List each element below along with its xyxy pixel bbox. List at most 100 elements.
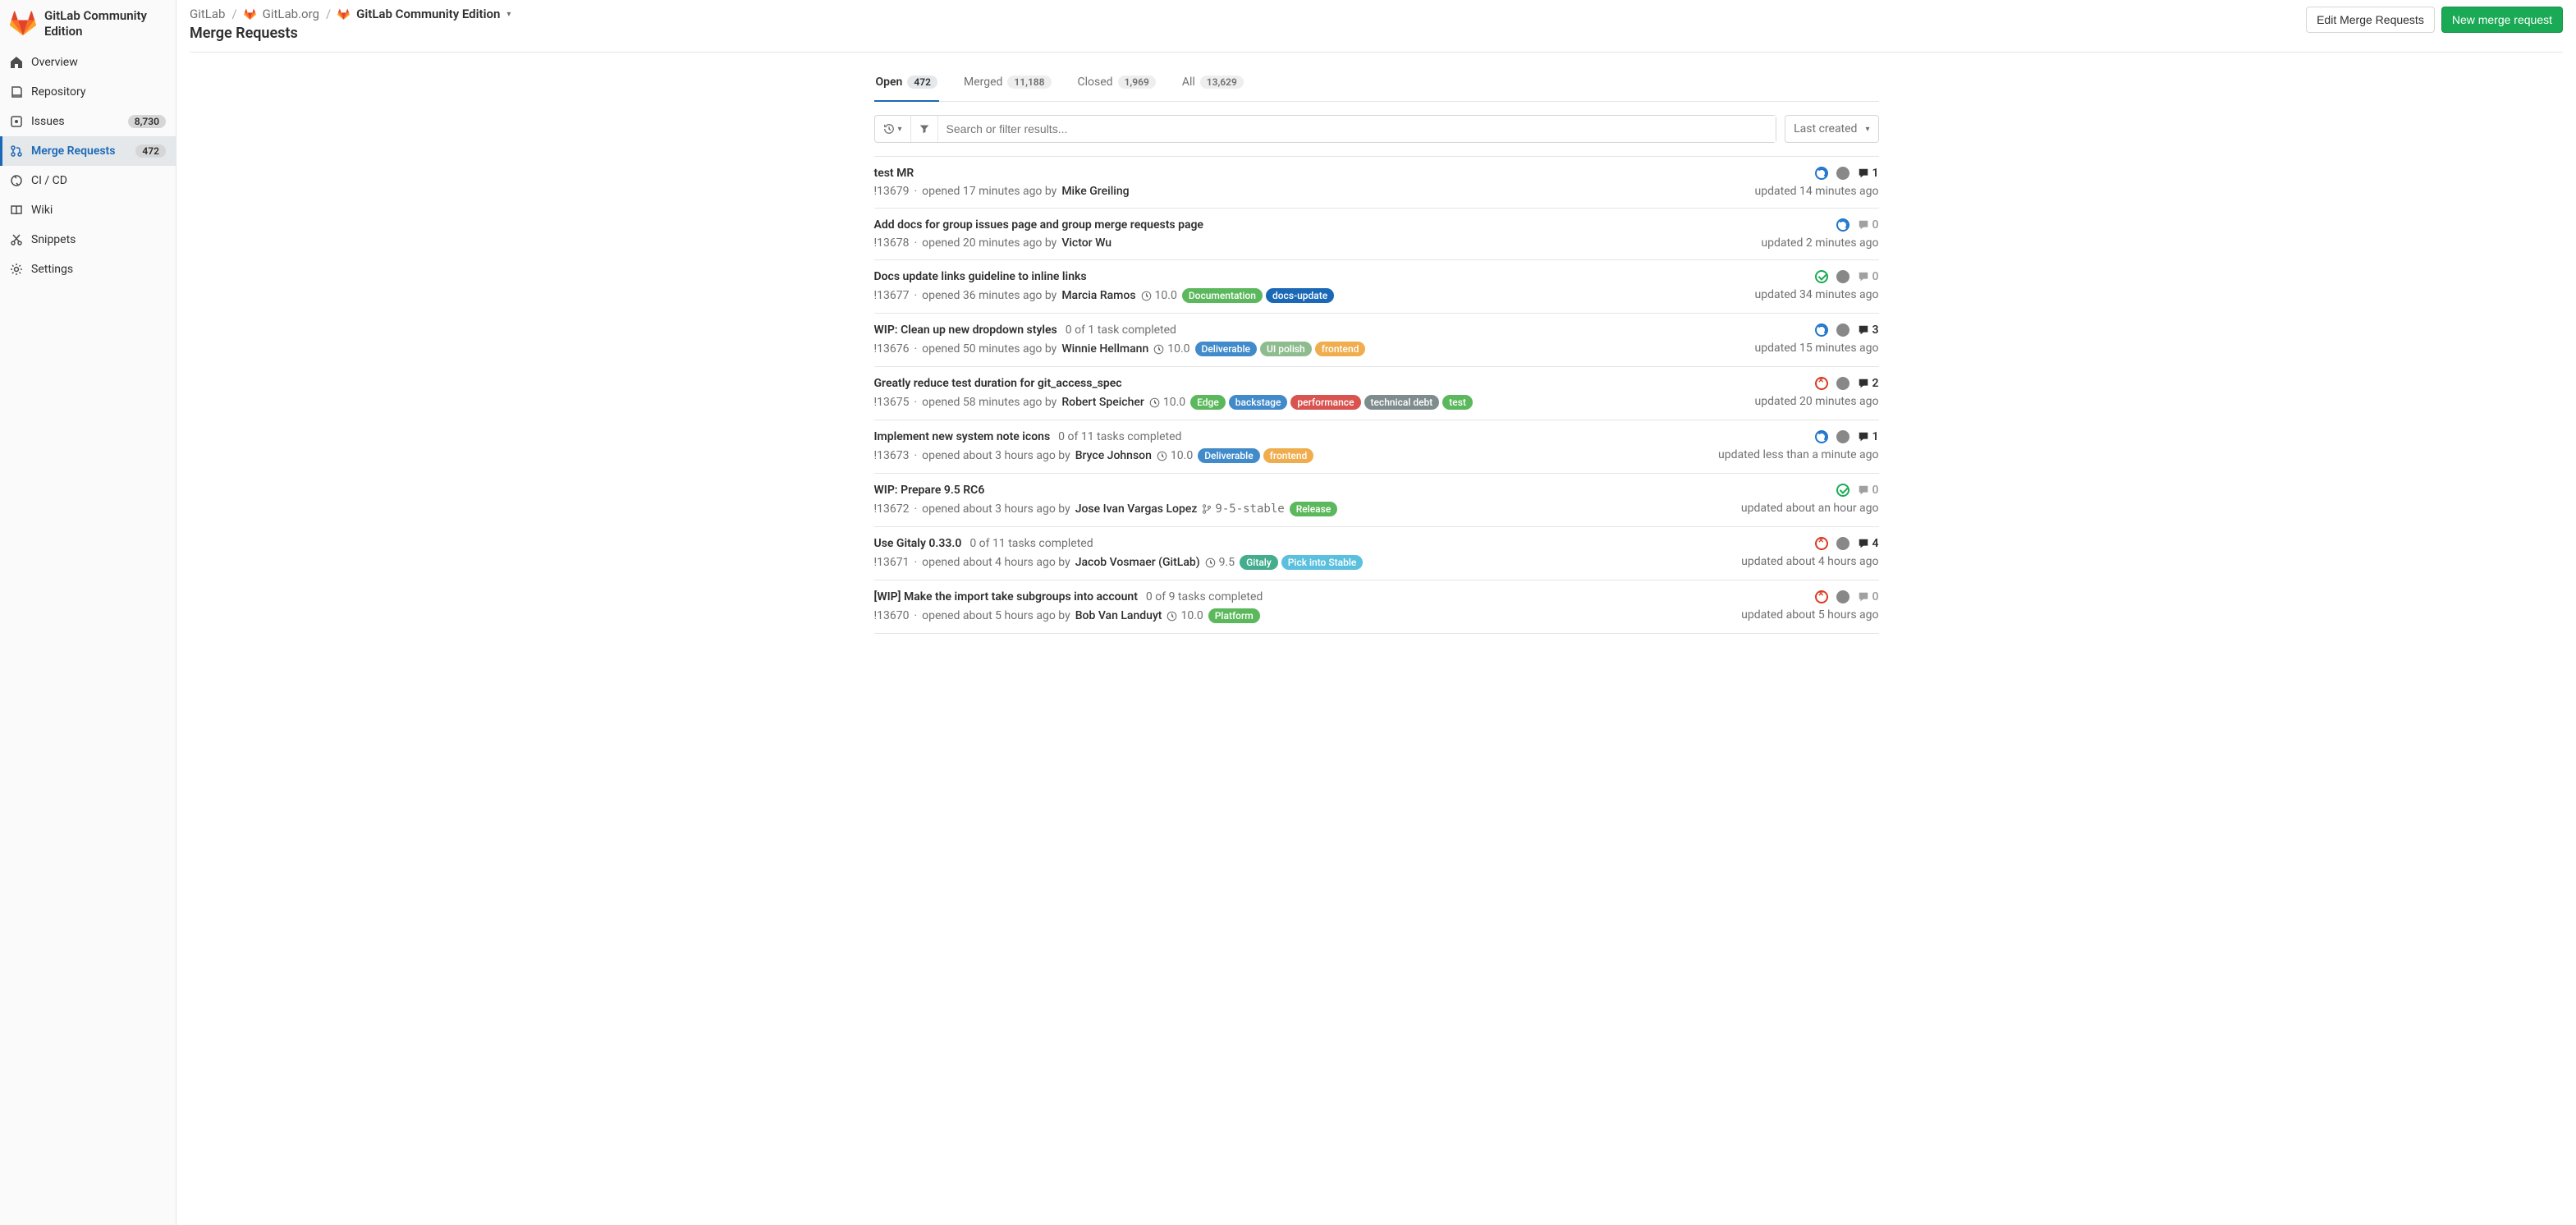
merge-request-author[interactable]: Bryce Johnson <box>1075 449 1152 462</box>
tab-all[interactable]: All13,629 <box>1180 64 1245 102</box>
merge-request-title[interactable]: Implement new system note icons <box>874 430 1051 443</box>
milestone[interactable]: 9.5 <box>1205 556 1235 569</box>
merge-request-author[interactable]: Marcia Ramos <box>1061 289 1135 302</box>
ci-status-icon[interactable] <box>1815 430 1828 443</box>
tab-merged[interactable]: Merged11,188 <box>962 64 1053 102</box>
comments-count[interactable]: 1 <box>1858 430 1879 443</box>
milestone[interactable]: 10.0 <box>1157 449 1193 462</box>
new-merge-request-button[interactable]: New merge request <box>2441 7 2563 33</box>
assignee-avatar[interactable] <box>1836 430 1849 443</box>
history-dropdown[interactable]: ▾ <box>875 116 911 142</box>
merge-request-author[interactable]: Jose Ivan Vargas Lopez <box>1075 502 1198 516</box>
merge-request-ref: !13670 <box>874 609 910 622</box>
label[interactable]: frontend <box>1315 342 1366 356</box>
assignee-avatar[interactable] <box>1836 537 1849 550</box>
merge-request-row: Greatly reduce test duration for git_acc… <box>874 367 1879 420</box>
comments-count[interactable]: 0 <box>1858 484 1879 497</box>
assignee-avatar[interactable] <box>1836 167 1849 180</box>
milestone[interactable]: 10.0 <box>1149 396 1185 409</box>
merge-request-row: Docs update links guideline to inline li… <box>874 260 1879 314</box>
merge-request-title[interactable]: WIP: Prepare 9.5 RC6 <box>874 484 985 497</box>
comments-count[interactable]: 0 <box>1858 270 1879 283</box>
breadcrumb-project[interactable]: GitLab Community Edition <box>356 7 500 21</box>
sidebar-item-settings[interactable]: Settings <box>0 255 176 284</box>
merge-request-author[interactable]: Mike Greiling <box>1061 185 1129 198</box>
label[interactable]: UI polish <box>1260 342 1312 356</box>
ci-status-icon[interactable] <box>1836 484 1849 497</box>
breadcrumb-root[interactable]: GitLab <box>190 7 225 21</box>
label[interactable]: technical debt <box>1364 395 1440 410</box>
comments-count[interactable]: 3 <box>1858 323 1879 337</box>
merge-request-ref: !13673 <box>874 449 910 462</box>
ci-status-icon[interactable] <box>1815 377 1828 390</box>
ci-status-icon[interactable] <box>1815 270 1828 283</box>
label[interactable]: backstage <box>1229 395 1288 410</box>
sidebar: GitLab Community Edition OverviewReposit… <box>0 0 176 1225</box>
merge-request-author[interactable]: Victor Wu <box>1061 236 1112 250</box>
merge-request-author[interactable]: Jacob Vosmaer (GitLab) <box>1075 556 1200 569</box>
chevron-down-icon[interactable]: ▾ <box>506 10 511 19</box>
filter-icon-button[interactable] <box>911 116 938 142</box>
comments-count[interactable]: 2 <box>1858 377 1879 390</box>
label[interactable]: Platform <box>1208 608 1260 623</box>
merge-request-author[interactable]: Winnie Hellmann <box>1061 342 1148 356</box>
milestone[interactable]: 10.0 <box>1167 609 1203 622</box>
sidebar-item-ci-cd[interactable]: CI / CD <box>0 166 176 195</box>
sidebar-item-snippets[interactable]: Snippets <box>0 225 176 255</box>
updated-at: updated about 5 hours ago <box>1741 608 1878 622</box>
ci-status-icon[interactable] <box>1815 323 1828 337</box>
sidebar-item-repository[interactable]: Repository <box>0 77 176 107</box>
label[interactable]: test <box>1442 395 1473 410</box>
sidebar-item-label: Merge Requests <box>31 145 127 158</box>
funnel-icon <box>919 124 929 134</box>
merge-request-title[interactable]: Docs update links guideline to inline li… <box>874 270 1087 283</box>
comments-count[interactable]: 0 <box>1858 218 1879 232</box>
merge-request-row: Add docs for group issues page and group… <box>874 209 1879 260</box>
merge-request-title[interactable]: WIP: Clean up new dropdown styles <box>874 323 1057 337</box>
comments-count[interactable]: 1 <box>1858 167 1879 180</box>
label[interactable]: Deliverable <box>1195 342 1257 356</box>
assignee-avatar[interactable] <box>1836 270 1849 283</box>
label[interactable]: Deliverable <box>1198 448 1259 463</box>
target-branch[interactable]: 9-5-stable <box>1202 502 1284 516</box>
sidebar-item-overview[interactable]: Overview <box>0 48 176 77</box>
merge-request-author[interactable]: Robert Speicher <box>1061 396 1144 409</box>
sidebar-item-merge-requests[interactable]: Merge Requests472 <box>0 136 176 166</box>
assignee-avatar[interactable] <box>1836 377 1849 390</box>
milestone[interactable]: 10.0 <box>1153 342 1189 356</box>
sort-dropdown[interactable]: Last created ▾ <box>1785 115 1878 143</box>
merge-request-title[interactable]: [WIP] Make the import take subgroups int… <box>874 590 1138 603</box>
assignee-avatar[interactable] <box>1836 323 1849 337</box>
comments-count[interactable]: 4 <box>1858 537 1879 550</box>
label[interactable]: performance <box>1290 395 1360 410</box>
merge-request-title[interactable]: test MR <box>874 167 914 180</box>
ci-status-icon[interactable] <box>1836 218 1849 232</box>
label[interactable]: frontend <box>1263 448 1314 463</box>
label[interactable]: docs-update <box>1266 288 1334 303</box>
merge-request-title[interactable]: Add docs for group issues page and group… <box>874 218 1203 232</box>
merge-request-title[interactable]: Use Gitaly 0.33.0 <box>874 537 962 550</box>
breadcrumb-group[interactable]: GitLab.org <box>263 7 319 21</box>
tab-open[interactable]: Open472 <box>874 64 939 102</box>
ci-status-icon[interactable] <box>1815 537 1828 550</box>
updated-at: updated 2 minutes ago <box>1761 236 1878 250</box>
gitlab-logo-icon <box>337 8 350 21</box>
label[interactable]: Edge <box>1190 395 1226 410</box>
milestone[interactable]: 10.0 <box>1141 289 1177 302</box>
sidebar-item-wiki[interactable]: Wiki <box>0 195 176 225</box>
label[interactable]: Pick into Stable <box>1281 555 1364 570</box>
label[interactable]: Release <box>1290 502 1338 516</box>
ci-status-icon[interactable] <box>1815 590 1828 603</box>
label[interactable]: Documentation <box>1182 288 1263 303</box>
comments-count[interactable]: 0 <box>1858 590 1879 603</box>
tab-closed[interactable]: Closed1,969 <box>1076 64 1157 102</box>
sidebar-item-issues[interactable]: Issues8,730 <box>0 107 176 136</box>
assignee-avatar[interactable] <box>1836 590 1849 603</box>
ci-status-icon[interactable] <box>1815 167 1828 180</box>
label[interactable]: Gitaly <box>1240 555 1278 570</box>
tab-count: 472 <box>907 76 937 89</box>
merge-request-title[interactable]: Greatly reduce test duration for git_acc… <box>874 377 1122 390</box>
search-input[interactable] <box>938 116 1776 142</box>
edit-merge-requests-button[interactable]: Edit Merge Requests <box>2306 7 2435 33</box>
merge-request-author[interactable]: Bob Van Landuyt <box>1075 609 1162 622</box>
